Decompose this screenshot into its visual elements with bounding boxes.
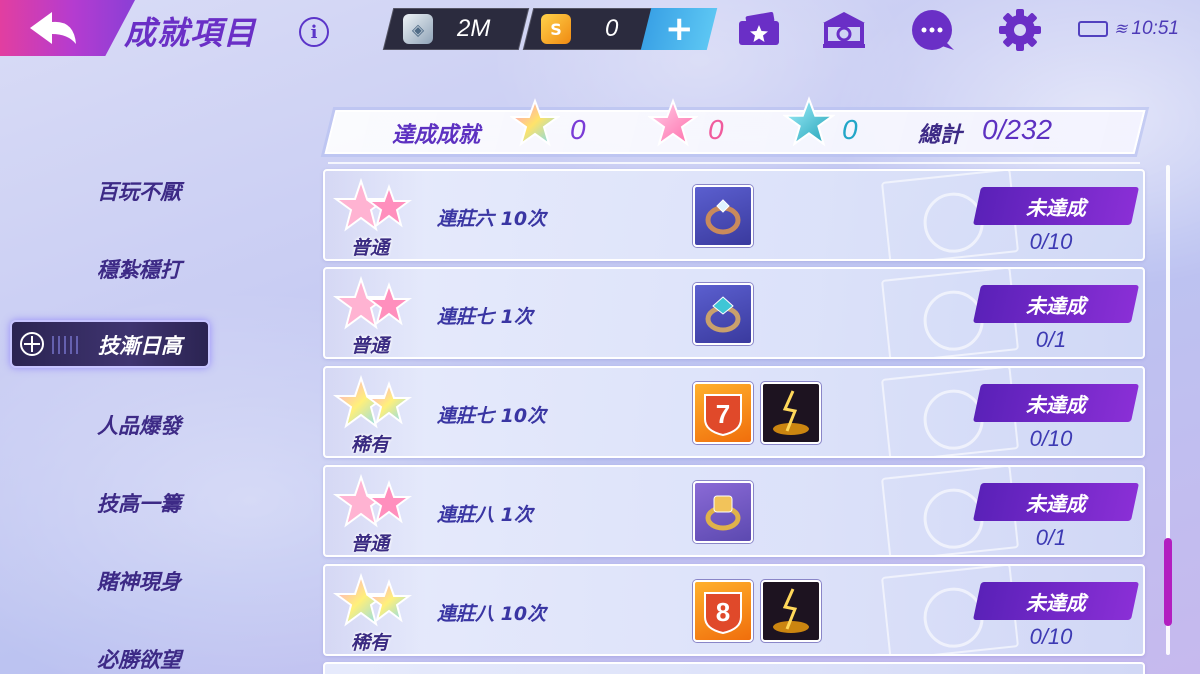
- info-icon[interactable]: i: [299, 17, 329, 47]
- status-button[interactable]: 未達成: [972, 285, 1140, 323]
- gem-ring-icon[interactable]: [693, 283, 753, 345]
- task-label: 連莊六 10次: [437, 208, 547, 230]
- clock: 10:51: [1131, 18, 1179, 39]
- total-value: 0/232: [982, 114, 1053, 145]
- menu-item-1[interactable]: 百玩不厭: [97, 176, 181, 206]
- number-8-badge-icon[interactable]: 8: [693, 580, 753, 642]
- silver-currency: ◈ 2M: [382, 8, 530, 50]
- number-7-badge-icon[interactable]: 7: [693, 382, 753, 444]
- gear-icon[interactable]: [996, 8, 1044, 52]
- summary-content: 達成成就 0 0 0 總計 0/232: [330, 96, 1140, 154]
- progress-text: 0/10: [1029, 229, 1073, 254]
- status-button[interactable]: 未達成: [972, 483, 1140, 521]
- menu-item-6[interactable]: 賭神現身: [97, 566, 181, 596]
- task-label: 連莊七 10次: [437, 405, 547, 427]
- currency-bar: ◈ 2M S 0 +: [382, 8, 718, 50]
- status-button[interactable]: 未達成: [972, 384, 1140, 422]
- progress-text: 0/10: [1029, 624, 1073, 649]
- menu-item-7[interactable]: 必勝欲望: [97, 644, 181, 674]
- silver-value: 2M: [457, 15, 491, 42]
- back-arrow-icon: [30, 12, 76, 44]
- svg-text:8: 8: [716, 597, 730, 627]
- achievement-row: 普通 連莊八 1次 未達成 0/1: [323, 465, 1145, 557]
- status-button[interactable]: 未達成: [972, 582, 1140, 620]
- status-button[interactable]: 未達成: [972, 187, 1140, 225]
- battery-icon: [1078, 21, 1108, 37]
- plus-icon: +: [664, 9, 694, 49]
- gold-value: 0: [605, 15, 619, 42]
- pink-count: 0: [708, 114, 724, 145]
- lightning-effect-icon[interactable]: [761, 382, 821, 444]
- task-label: 連莊八 10次: [437, 603, 547, 625]
- gold-coin-icon: S: [541, 14, 571, 44]
- menu-item-5[interactable]: 技高一籌: [97, 488, 181, 518]
- rarity-label: 稀有: [351, 434, 390, 456]
- progress-text: 0/10: [1029, 426, 1073, 451]
- task-label: 連莊七 1次: [437, 306, 533, 328]
- rarity-label: 普通: [351, 533, 390, 555]
- rarity-label: 普通: [351, 237, 390, 259]
- scrollbar-thumb[interactable]: [1164, 538, 1172, 626]
- progress-text: 0/1: [1035, 327, 1067, 352]
- teal-star-icon: [783, 96, 835, 147]
- wifi-icon: ≋: [1114, 21, 1128, 38]
- teal-count: 0: [842, 114, 858, 145]
- task-label: 連莊八 1次: [437, 504, 533, 526]
- menu-item-2[interactable]: 穩紮穩打: [97, 254, 181, 284]
- ticket-star-icon[interactable]: [735, 8, 783, 52]
- rarity-label: 稀有: [351, 632, 390, 654]
- gold-currency: S 0: [522, 8, 656, 50]
- achievement-row-partial: [323, 662, 1145, 674]
- svg-text:7: 7: [716, 399, 730, 429]
- progress-text: 0/1: [1035, 525, 1067, 550]
- achievement-row: 稀有 連莊七 10次 7 未達成 0/10: [323, 366, 1145, 458]
- pink-star-icon: [648, 98, 698, 147]
- rainbow-count: 0: [570, 114, 586, 145]
- crosshair-icon: [20, 332, 44, 356]
- page-title: 成就項目: [124, 14, 257, 52]
- total-label: 總計: [918, 123, 963, 148]
- achievement-row: 稀有 連莊八 10次 8 未達成 0/10: [323, 564, 1145, 656]
- back-button[interactable]: [0, 0, 135, 56]
- bank-icon[interactable]: [820, 8, 868, 52]
- silver-gem-icon: ◈: [403, 14, 433, 44]
- summary-divider: [328, 162, 1140, 164]
- add-currency-button[interactable]: +: [640, 8, 718, 50]
- menu-stripe: [52, 336, 78, 354]
- lightning-effect-icon[interactable]: [761, 580, 821, 642]
- achievement-row: 普通 連莊七 1次 未達成 0/1: [323, 267, 1145, 359]
- achievement-row: 普通 連莊六 10次 未達成 0/10: [323, 169, 1145, 261]
- rainbow-star-icon: [510, 98, 560, 147]
- chat-bubble-icon[interactable]: [908, 8, 956, 52]
- achieved-label: 達成成就: [392, 123, 481, 148]
- menu-item-active[interactable]: 技漸日高: [10, 320, 210, 368]
- menu-item-3: 技漸日高: [98, 334, 182, 358]
- rarity-label: 普通: [351, 335, 390, 357]
- gold-ring-icon[interactable]: [693, 481, 753, 543]
- menu-item-4[interactable]: 人品爆發: [97, 410, 181, 440]
- status-bar: ≋ 10:51: [1078, 18, 1179, 40]
- silver-ring-icon[interactable]: [693, 185, 753, 247]
